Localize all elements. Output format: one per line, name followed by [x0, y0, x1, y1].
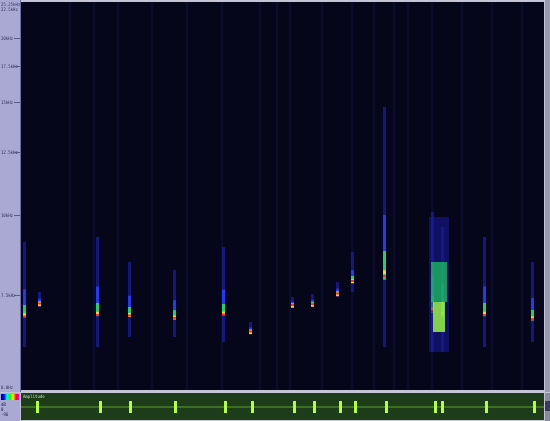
tick-label: 15kHz [1, 100, 14, 105]
scroll-handle-icon[interactable] [545, 401, 550, 411]
wave-burst [354, 401, 357, 413]
waveform-scrollbar[interactable] [545, 393, 550, 421]
spectro-band [373, 2, 375, 390]
tick-mark [14, 295, 20, 296]
tick-mark [14, 102, 20, 103]
tick-label: 10kHz [1, 213, 14, 218]
spectro-band [289, 2, 291, 390]
tick-label: 22.5kHz [1, 7, 18, 12]
colormap-swatch [1, 394, 19, 400]
spectro-band [276, 2, 278, 390]
spectro-band [383, 275, 386, 277]
wave-burst [99, 401, 102, 413]
spectro-band [69, 2, 71, 390]
frequency-ruler[interactable]: 25.25kHz 22.5kHz 20kHz 17.5kHz 15kHz 12.… [0, 0, 21, 392]
spectro-band [393, 2, 395, 390]
spectro-band [311, 303, 314, 306]
spectro-band [96, 314, 99, 316]
spectro-band [222, 313, 225, 316]
spectrogram-window: 25.25kHz 22.5kHz 20kHz 17.5kHz 15kHz 12.… [0, 0, 550, 421]
wave-burst [174, 401, 177, 413]
wave-burst [293, 401, 296, 413]
wave-burst [313, 401, 316, 413]
wave-burst [485, 401, 488, 413]
spectro-band [521, 2, 523, 390]
waveform-label: Amplitude [23, 394, 45, 399]
vertical-scrollbar[interactable] [545, 0, 550, 392]
spectro-band [38, 302, 41, 305]
spectro-band [336, 292, 339, 295]
waveform-canvas[interactable] [21, 393, 544, 420]
spectro-band [259, 2, 261, 390]
spectro-band [433, 302, 445, 332]
spectro-band [23, 315, 26, 318]
spectro-band [151, 2, 153, 390]
tick-mark [14, 215, 20, 216]
spectro-band [291, 304, 294, 306]
spectro-band [407, 2, 409, 390]
spectro-band [383, 270, 386, 275]
wave-burst [385, 401, 388, 413]
spectro-band [351, 280, 354, 282]
spectrogram-canvas[interactable] [21, 2, 544, 390]
tick-mark [14, 152, 20, 153]
wave-burst [441, 401, 444, 413]
spectro-band [249, 330, 252, 333]
wave-burst [36, 401, 39, 413]
tick-mark [14, 38, 20, 39]
wave-burst [224, 401, 227, 413]
spectro-band [461, 2, 463, 390]
spectro-band [351, 2, 353, 390]
legend-min: -96 [1, 412, 9, 417]
spectro-band [491, 2, 493, 390]
spectro-band [173, 316, 176, 319]
spectrogram-view[interactable] [21, 2, 544, 390]
spectro-band [93, 2, 95, 390]
tick-label: 20kHz [1, 36, 14, 41]
tick-label: 0.0Hz [1, 385, 14, 390]
spectro-band [321, 2, 323, 390]
waveform-view[interactable]: Amplitude [21, 393, 544, 420]
spectro-band [186, 2, 188, 390]
wave-burst [251, 401, 254, 413]
spectro-band [531, 318, 534, 320]
wave-burst [533, 401, 536, 413]
spectro-band [128, 314, 131, 317]
spectro-band [117, 2, 119, 390]
tick-mark [14, 66, 20, 67]
wave-burst [434, 401, 437, 413]
colormap-legend: dB 0 -96 [0, 393, 20, 421]
wave-burst [129, 401, 132, 413]
spectro-band [483, 314, 486, 316]
spectro-band [431, 262, 447, 302]
wave-burst [339, 401, 342, 413]
